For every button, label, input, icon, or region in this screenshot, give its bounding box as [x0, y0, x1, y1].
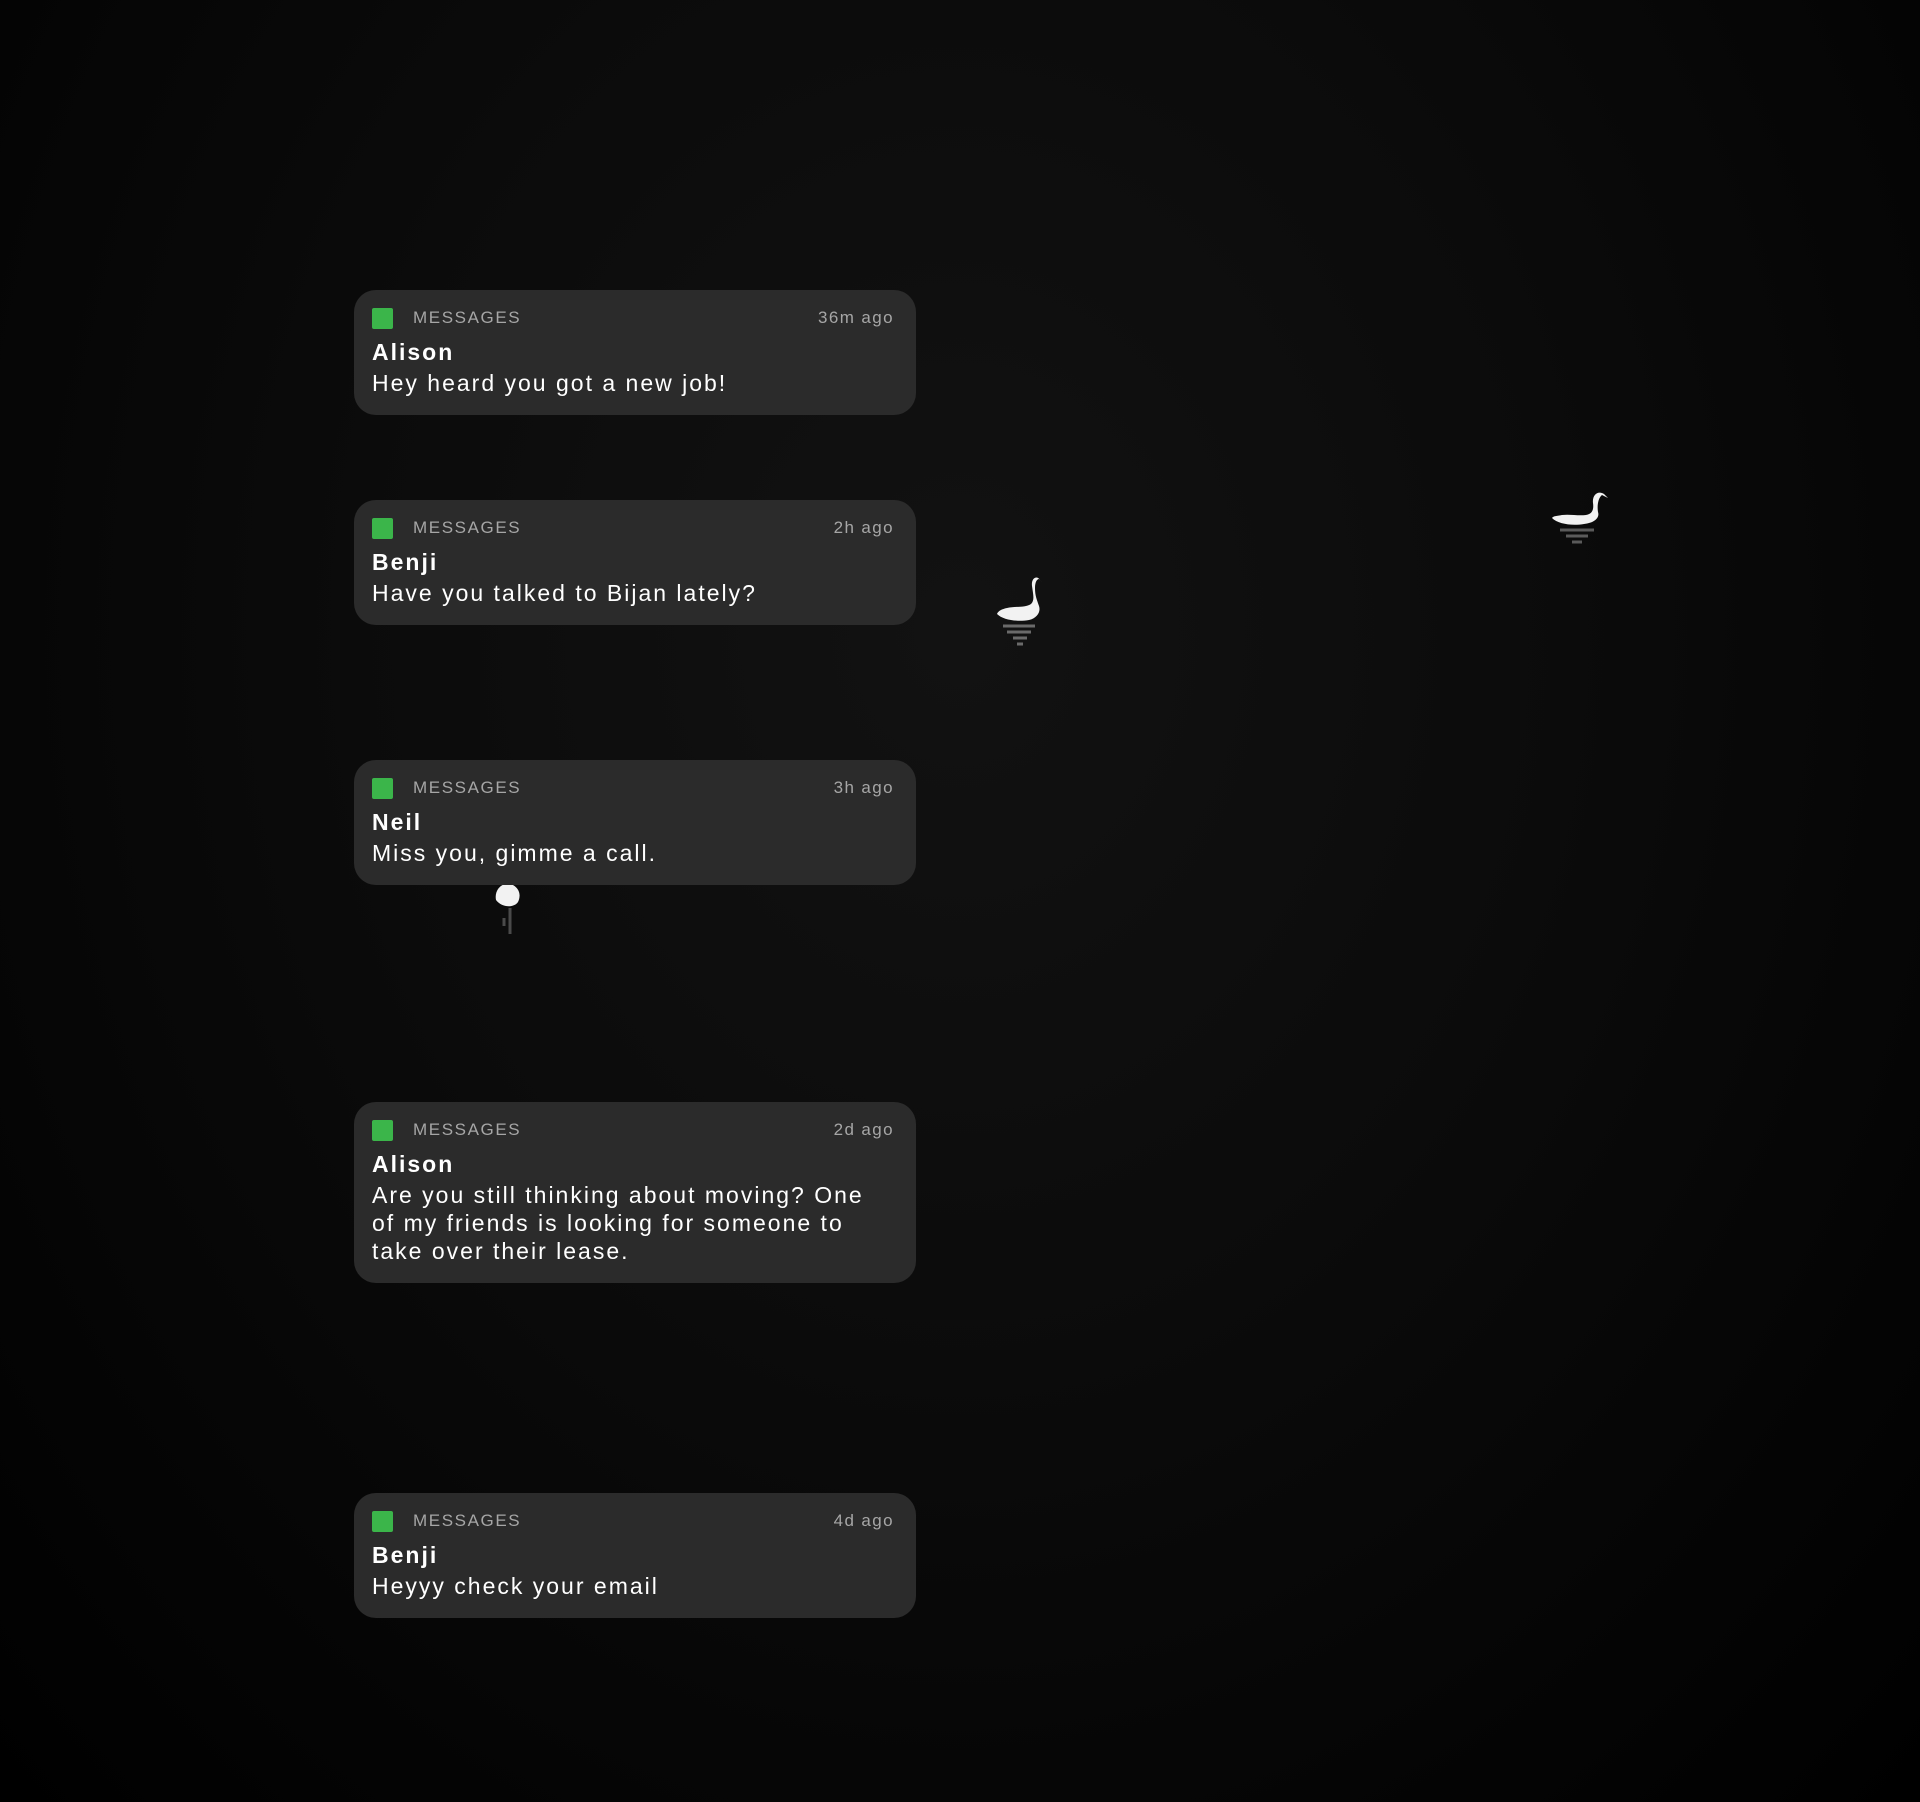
notification-card[interactable]: MESSAGES 3h ago Neil Miss you, gimme a c…: [354, 760, 916, 885]
message-text: Hey heard you got a new job!: [372, 370, 728, 396]
app-name: MESSAGES: [413, 518, 522, 537]
sender-name: Alison: [372, 339, 455, 365]
swan-image: [495, 883, 520, 934]
message-text: Heyyy check your email: [372, 1573, 659, 1599]
messages-app-icon: [372, 517, 393, 539]
notification-time: 2h ago: [833, 518, 894, 537]
sender-name: Benji: [372, 1542, 439, 1568]
sender-name: Benji: [372, 549, 439, 575]
app-name: MESSAGES: [413, 1511, 522, 1530]
wallpaper: [0, 0, 1920, 1802]
notification-header: MESSAGES 3h ago: [372, 777, 894, 799]
app-name: MESSAGES: [413, 308, 522, 327]
notification-header: MESSAGES 4d ago: [372, 1510, 894, 1532]
notification-header: MESSAGES 2h ago: [372, 517, 894, 539]
message-text: Miss you, gimme a call.: [372, 840, 658, 866]
swan-image: [1552, 492, 1608, 544]
notification-time: 36m ago: [818, 308, 894, 327]
messages-app-icon: [372, 307, 393, 329]
message-text: Have you talked to Bijan lately?: [372, 580, 757, 606]
messages-app-icon: [372, 777, 393, 799]
notification-time: 2d ago: [833, 1120, 894, 1139]
notification-header: MESSAGES 2d ago: [372, 1119, 894, 1141]
notification-card[interactable]: MESSAGES 36m ago Alison Hey heard you go…: [354, 290, 916, 415]
app-name: MESSAGES: [413, 1120, 522, 1139]
messages-app-icon: [372, 1119, 393, 1141]
swan-image: [997, 577, 1042, 646]
notification-card[interactable]: MESSAGES 2h ago Benji Have you talked to…: [354, 500, 916, 625]
sender-name: Alison: [372, 1151, 455, 1177]
notification-time: 4d ago: [833, 1511, 894, 1530]
sender-name: Neil: [372, 809, 423, 835]
notification-card[interactable]: MESSAGES 4d ago Benji Heyyy check your e…: [354, 1493, 916, 1618]
notification-card[interactable]: MESSAGES 2d ago Alison Are you still thi…: [354, 1102, 916, 1283]
app-name: MESSAGES: [413, 778, 522, 797]
message-text: Are you still thinking about moving? One…: [372, 1182, 864, 1264]
messages-app-icon: [372, 1510, 393, 1532]
notification-header: MESSAGES 36m ago: [372, 307, 894, 329]
notification-time: 3h ago: [833, 778, 894, 797]
